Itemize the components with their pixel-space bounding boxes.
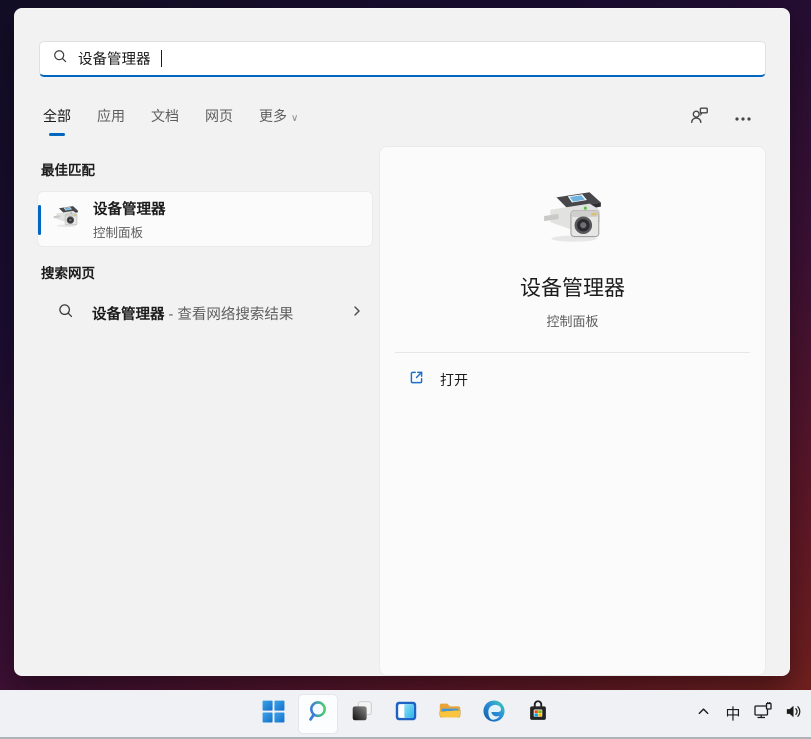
account-feedback-button[interactable]: [685, 105, 713, 131]
microsoft-store-icon: [525, 698, 551, 729]
web-query-text: 设备管理器: [92, 307, 165, 323]
chevron-right-icon: [351, 304, 363, 323]
search-taskbar-button[interactable]: [298, 694, 338, 734]
ellipsis-icon: [734, 109, 752, 127]
search-icon: [52, 48, 68, 69]
tab-documents[interactable]: 文档: [151, 106, 179, 136]
ime-language-label: 中: [725, 703, 740, 724]
taskbar: 中: [0, 690, 811, 739]
start-button[interactable]: [254, 694, 294, 734]
file-explorer-icon: [437, 698, 463, 729]
chevron-up-icon: [696, 704, 711, 724]
search-flyout-panel: 设备管理器 全部 应用 文档 网页 更多∨ 最佳匹配: [14, 8, 790, 676]
task-view-button[interactable]: [342, 694, 382, 734]
tab-apps[interactable]: 应用: [97, 106, 125, 136]
tab-web[interactable]: 网页: [205, 106, 233, 136]
show-hidden-icons-button[interactable]: [689, 697, 717, 731]
search-input[interactable]: 设备管理器: [39, 41, 766, 77]
selection-accent-bar: [38, 205, 41, 235]
text-cursor: [161, 50, 162, 67]
preview-divider: [395, 352, 750, 353]
person-chat-icon: [688, 105, 710, 132]
result-subtitle: 控制面板: [93, 222, 166, 241]
result-title: 设备管理器: [93, 198, 166, 219]
volume-button[interactable]: [779, 697, 807, 731]
edge-icon: [481, 698, 507, 729]
tab-more[interactable]: 更多∨: [259, 106, 298, 136]
microsoft-store-button[interactable]: [518, 694, 558, 734]
best-match-heading: 最佳匹配: [41, 159, 95, 179]
ime-indicator-button[interactable]: 中: [719, 697, 747, 731]
search-icon: [57, 302, 74, 324]
best-match-result[interactable]: 设备管理器 控制面板: [37, 191, 373, 247]
more-options-button[interactable]: [729, 105, 757, 131]
windows-start-icon: [261, 699, 286, 729]
preview-title: 设备管理器: [520, 272, 625, 302]
tab-all[interactable]: 全部: [43, 106, 71, 136]
search-query-text: 设备管理器: [78, 48, 151, 69]
speaker-icon: [784, 702, 803, 726]
network-icon: [753, 701, 773, 726]
task-view-icon: [349, 698, 375, 729]
search-taskbar-icon: [305, 698, 331, 729]
widgets-button[interactable]: [386, 694, 426, 734]
result-preview-pane: 设备管理器 控制面板 打开: [379, 146, 766, 676]
web-search-result[interactable]: 设备管理器 - 查看网络搜索结果: [37, 293, 373, 333]
edge-browser-button[interactable]: [474, 694, 514, 734]
device-manager-icon: [52, 203, 80, 236]
network-button[interactable]: [749, 697, 777, 731]
device-manager-icon: [540, 185, 606, 256]
web-hint-text: - 查看网络搜索结果: [165, 307, 294, 323]
chevron-down-icon: ∨: [291, 113, 298, 124]
open-action[interactable]: 打开: [388, 361, 757, 399]
open-external-icon: [408, 369, 425, 391]
web-search-heading: 搜索网页: [41, 262, 95, 282]
search-filter-tabs: 全部 应用 文档 网页 更多∨: [43, 106, 298, 136]
file-explorer-button[interactable]: [430, 694, 470, 734]
open-action-label: 打开: [440, 370, 468, 390]
widgets-icon: [393, 698, 419, 729]
preview-subtitle: 控制面板: [546, 311, 598, 330]
